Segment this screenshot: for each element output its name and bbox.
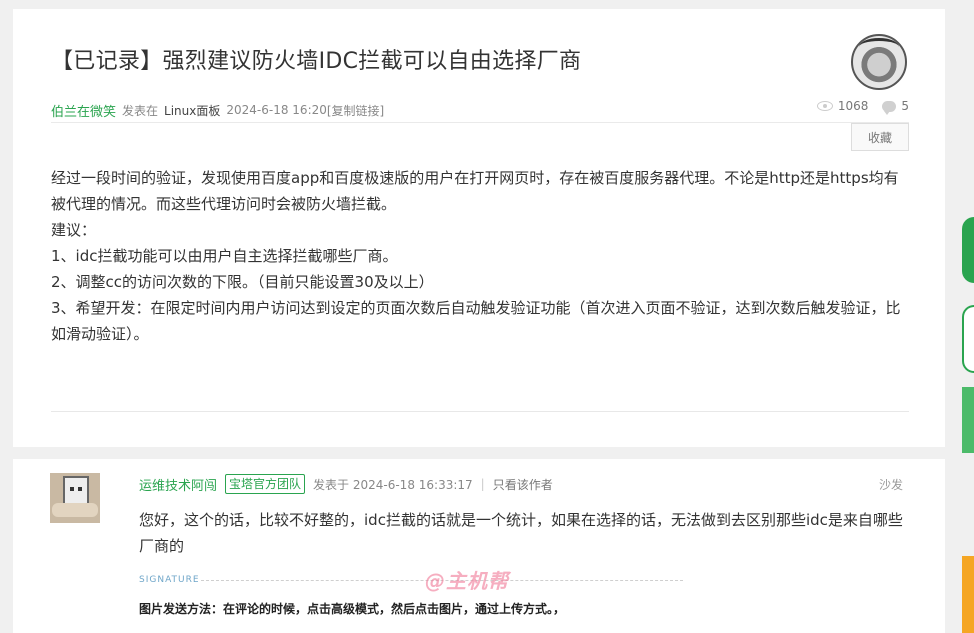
post-author-link[interactable]: 伯兰在微笑 <box>51 101 116 120</box>
side-float-button[interactable] <box>962 217 974 283</box>
post-paragraph: 1、idc拦截功能可以由用户自主选择拦截哪些厂商。 <box>51 247 398 265</box>
watermark: @主机帮 <box>425 569 509 593</box>
post-meta: 伯兰在微笑 发表在 Linux面板 2024-6-18 16:20 [复制链接]… <box>51 99 909 121</box>
forum-link[interactable]: Linux面板 <box>164 102 220 119</box>
favorite-button[interactable]: 收藏 <box>851 123 909 151</box>
signature-text: 图片发送方法：在评论的时候，点击高级模式，然后点击图片，通过上传方式。， <box>139 602 566 616</box>
reply-meta: 运维技术阿闯 宝塔官方团队 发表于 2024-6-18 16:33:17 | 只… <box>139 473 905 495</box>
post-paragraph: 经过一段时间的验证，发现使用百度app和百度极速版的用户在打开网页时，存在被百度… <box>51 169 899 213</box>
comment-icon <box>882 100 897 115</box>
post-paragraph: 2、调整cc的访问次数的下限。（目前只能设置30及以上） <box>51 273 434 291</box>
divider <box>51 411 909 412</box>
view-count: 1068 <box>837 99 869 113</box>
post-paragraph: 3、希望开发：在限定时间内用户访问达到设定的页面次数后自动触发验证功能（首次进入… <box>51 299 901 343</box>
official-team-badge: 宝塔官方团队 <box>225 474 306 494</box>
separator: | <box>480 477 485 491</box>
reply-date: 发表于 2024-6-18 16:33:17 <box>313 477 473 492</box>
eye-icon <box>816 101 833 111</box>
posted-in-label: 发表在 <box>122 103 159 118</box>
floor-label[interactable]: 沙发 <box>879 476 903 493</box>
post-body: 经过一段时间的验证，发现使用百度app和百度极速版的用户在打开网页时，存在被百度… <box>51 165 911 347</box>
divider <box>51 122 909 123</box>
side-float-button[interactable] <box>962 556 974 633</box>
post-date: 2024-6-18 16:20 <box>226 103 327 117</box>
reply-avatar[interactable] <box>50 473 100 523</box>
reply-author-link[interactable]: 运维技术阿闯 <box>139 475 217 494</box>
reply-card: 运维技术阿闯 宝塔官方团队 发表于 2024-6-18 16:33:17 | 只… <box>13 459 945 633</box>
side-float-button[interactable] <box>962 305 974 373</box>
post-card: 【已记录】强烈建议防火墙IDC拦截可以自由选择厂商 伯兰在微笑 发表在 Linu… <box>13 9 945 447</box>
view-author-only-link[interactable]: 只看该作者 <box>493 476 553 493</box>
reply-content: 您好，这个的话，比较不好整的，idc拦截的话就是一个统计，如果在选择的话，无法做… <box>139 511 903 555</box>
side-float-button[interactable] <box>962 387 974 453</box>
post-stats: 1068 5 <box>816 99 909 115</box>
signature-label: SIGNATURE <box>139 575 200 585</box>
reply-count: 5 <box>901 99 909 113</box>
author-avatar[interactable] <box>851 34 907 90</box>
post-paragraph: 建议： <box>51 221 97 239</box>
post-title: 【已记录】强烈建议防火墙IDC拦截可以自由选择厂商 <box>51 49 582 74</box>
copy-link[interactable]: [复制链接] <box>327 102 384 119</box>
